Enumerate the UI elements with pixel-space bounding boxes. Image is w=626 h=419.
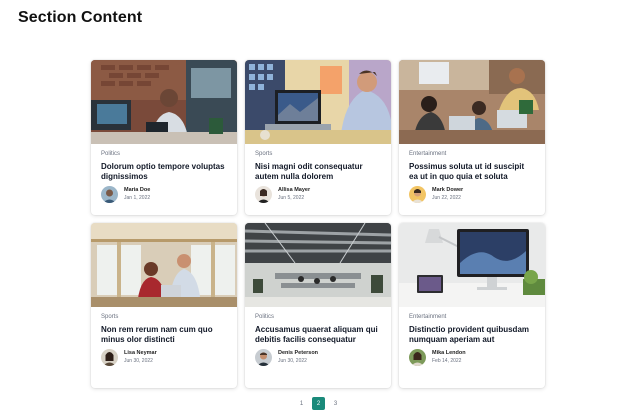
post-author: Allisa Mayer Jun 5, 2022 (255, 186, 381, 203)
post-category[interactable]: Entertainment (409, 314, 535, 322)
avatar (255, 186, 272, 203)
post-title[interactable]: Nisi magni odit consequatur autem nulla … (255, 162, 381, 181)
author-name: Mika Lendon (432, 350, 466, 356)
post-image[interactable] (245, 223, 391, 307)
page-button-1[interactable]: 1 (295, 397, 308, 410)
post-category[interactable]: Politics (101, 151, 227, 159)
post-author: Lisa Neymar Jun 30, 2022 (101, 349, 227, 366)
post-card[interactable]: Politics Accusamus quaerat aliquam qui d… (245, 223, 391, 388)
post-date: Jun 30, 2022 (278, 358, 307, 364)
post-author: Denis Peterson Jun 30, 2022 (255, 349, 381, 366)
avatar (409, 349, 426, 366)
post-category[interactable]: Politics (255, 314, 381, 322)
page-button-2[interactable]: 2 (312, 397, 325, 410)
post-image[interactable] (245, 60, 391, 144)
post-date: Jan 1, 2022 (124, 195, 151, 201)
posts-grid: Politics Dolorum optio tempore voluptas … (91, 60, 545, 388)
post-card[interactable]: Entertainment Distinctio provident quibu… (399, 223, 545, 388)
post-image[interactable] (91, 223, 237, 307)
post-title[interactable]: Distinctio provident quibusdam numquam a… (409, 325, 535, 344)
post-date: Jun 30, 2022 (124, 358, 153, 364)
post-title[interactable]: Dolorum optio tempore voluptas dignissim… (101, 162, 227, 181)
post-author: Mark Dower Jun 22, 2022 (409, 186, 535, 203)
post-card[interactable]: Politics Dolorum optio tempore voluptas … (91, 60, 237, 215)
page-button-3[interactable]: 3 (329, 397, 342, 410)
post-card[interactable]: Sports Nisi magni odit consequatur autem… (245, 60, 391, 215)
author-name: Denis Peterson (278, 350, 319, 356)
post-image[interactable] (91, 60, 237, 144)
avatar (101, 186, 118, 203)
avatar (101, 349, 118, 366)
author-name: Mark Dower (432, 187, 464, 193)
author-name: Maria Doe (124, 187, 151, 193)
post-date: Feb 14, 2022 (432, 358, 462, 364)
avatar (409, 186, 426, 203)
author-name: Allisa Mayer (278, 187, 311, 193)
post-category[interactable]: Sports (255, 151, 381, 159)
post-image[interactable] (399, 60, 545, 144)
post-category[interactable]: Entertainment (409, 151, 535, 159)
section-title: Section Content (18, 9, 143, 26)
pagination: 1 2 3 (295, 397, 342, 410)
post-date: Jun 22, 2022 (432, 195, 461, 201)
post-card[interactable]: Sports Non rem rerum nam cum quo minus o… (91, 223, 237, 388)
post-author: Maria Doe Jan 1, 2022 (101, 186, 227, 203)
post-date: Jun 5, 2022 (278, 195, 305, 201)
author-name: Lisa Neymar (124, 350, 157, 356)
post-title[interactable]: Accusamus quaerat aliquam qui debitis fa… (255, 325, 381, 344)
avatar (255, 349, 272, 366)
post-author: Mika Lendon Feb 14, 2022 (409, 349, 535, 366)
post-image[interactable] (399, 223, 545, 307)
post-title[interactable]: Possimus soluta ut id suscipit ea ut in … (409, 162, 535, 181)
post-category[interactable]: Sports (101, 314, 227, 322)
post-title[interactable]: Non rem rerum nam cum quo minus olor dis… (101, 325, 227, 344)
post-card[interactable]: Entertainment Possimus soluta ut id susc… (399, 60, 545, 215)
